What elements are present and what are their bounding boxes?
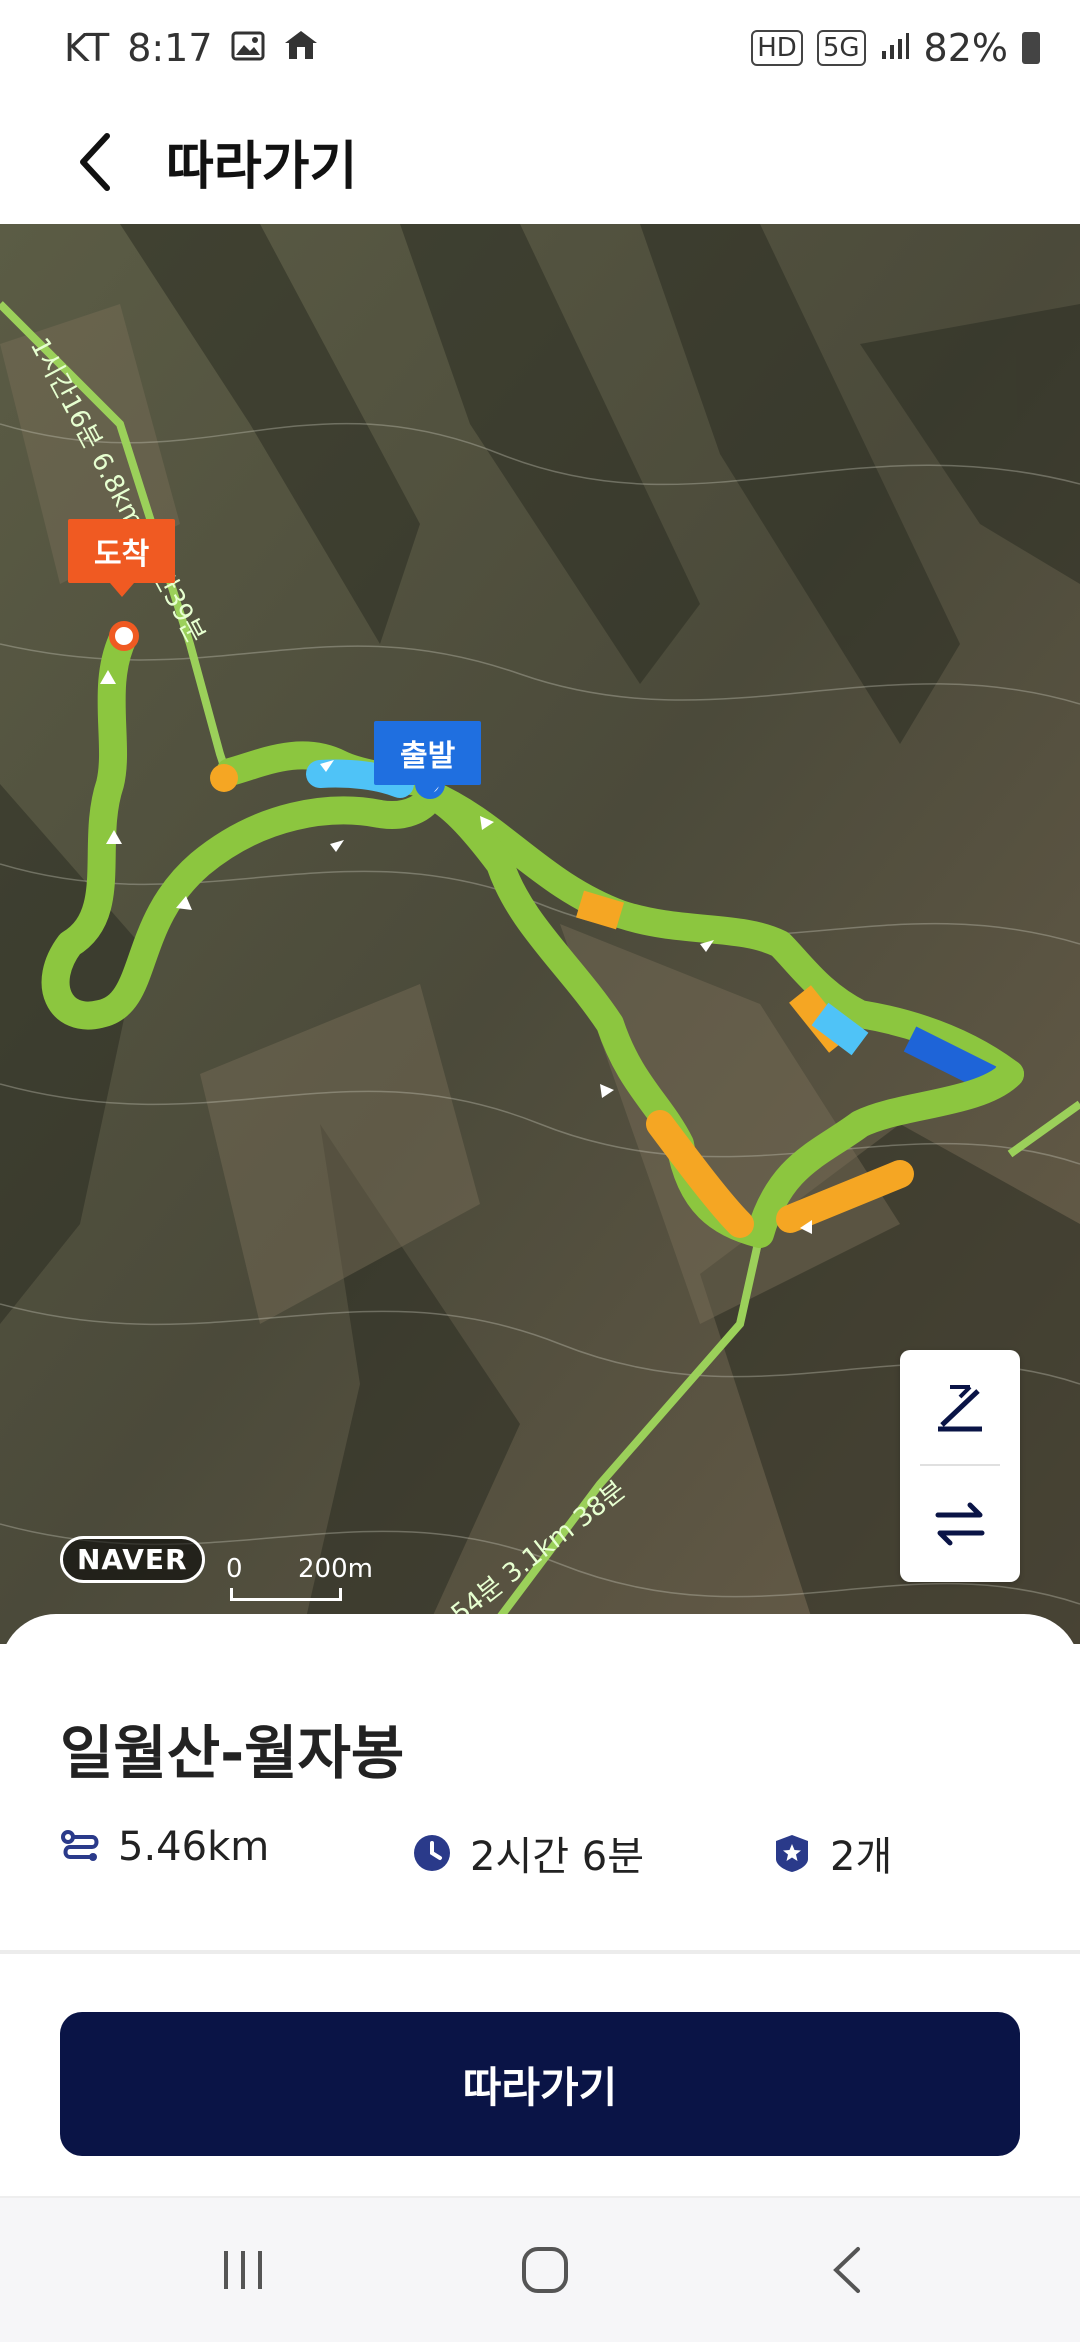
back-icon (833, 2247, 860, 2293)
distance-stat: 5.46km (60, 1824, 269, 1870)
back-button[interactable] (60, 120, 130, 204)
sheet-divider (0, 1950, 1080, 1954)
status-left: KT 8:17 (64, 26, 319, 70)
signal-icon (880, 26, 910, 70)
recent-apps-icon (224, 2251, 262, 2289)
battery-icon (1022, 32, 1040, 64)
slope-icon (938, 1385, 982, 1432)
carrier-label: KT (64, 26, 110, 70)
course-name: 일월산-월자봉 (60, 1719, 405, 1787)
5g-icon: 5G (816, 30, 866, 66)
home-icon (522, 2247, 568, 2293)
scale-zero: 0 (226, 1554, 243, 1584)
follow-button[interactable]: 따라가기 (60, 2012, 1020, 2156)
page-title: 따라가기 (166, 137, 358, 197)
start-marker[interactable]: 출발 (374, 721, 482, 799)
home-button[interactable] (500, 2228, 590, 2312)
duration-value: 2시간 6분 (470, 1834, 645, 1880)
arrival-marker[interactable]: 도착 (68, 519, 176, 597)
badge-star-icon (776, 1835, 808, 1872)
naver-logo: NAVER (60, 1536, 205, 1583)
count-value: 2개 (830, 1834, 893, 1880)
hd-icon: HD (751, 30, 803, 66)
app-notification-icon (283, 26, 319, 70)
clock-icon (414, 1835, 450, 1871)
map-view[interactable]: 1시간16분 6.8km 1시간39분 54분 3.1km 38분 도착 출발 … (0, 224, 1080, 1644)
count-stat: 2개 (772, 1824, 892, 1882)
back-nav-button[interactable] (804, 2228, 894, 2312)
swap-direction-button[interactable] (900, 1466, 1020, 1580)
course-stats: 5.46km 2시간 6분 2개 (60, 1824, 1020, 1884)
battery-percent: 82% (923, 26, 1008, 70)
chevron-left-icon (80, 133, 110, 191)
scale-distance: 200m (298, 1554, 373, 1584)
header: 따라가기 (0, 100, 1080, 224)
route-icon (61, 1830, 99, 1861)
swap-direction-icon (935, 1502, 985, 1546)
distance-value: 5.46km (118, 1824, 270, 1870)
duration-stat: 2시간 6분 (412, 1824, 644, 1882)
system-nav-bar (0, 2196, 1080, 2342)
slope-toggle-button[interactable] (900, 1350, 1020, 1464)
clock: 8:17 (127, 26, 213, 70)
gallery-icon (231, 26, 265, 70)
status-right: HD 5G 82% (751, 26, 1040, 70)
scale-bar (230, 1588, 342, 1601)
map-tools (900, 1350, 1020, 1582)
recent-apps-button[interactable] (198, 2228, 288, 2312)
status-bar: KT 8:17 HD 5G 82% (0, 0, 1080, 100)
